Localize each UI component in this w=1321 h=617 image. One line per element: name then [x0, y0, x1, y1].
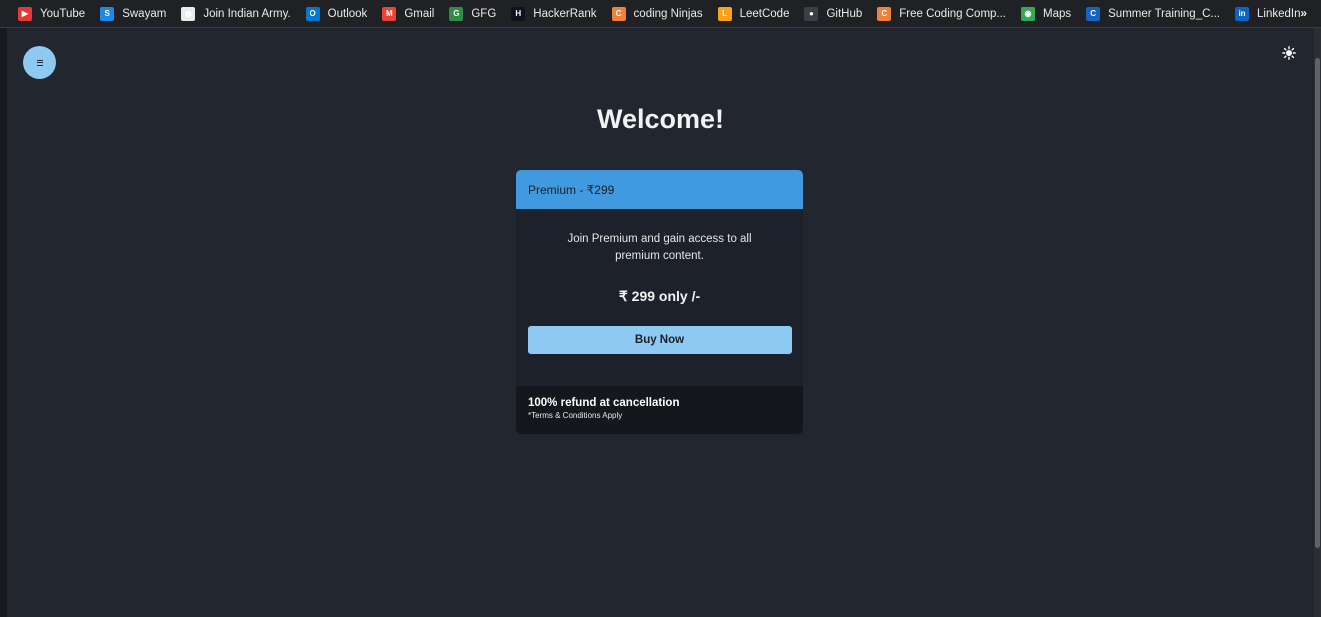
card-footer: 100% refund at cancellation *Terms & Con… — [516, 386, 803, 434]
page-title: Welcome! — [596, 104, 725, 134]
bookmark-item[interactable]: ◉ Maps — [1021, 0, 1071, 28]
bookmark-label: Gmail — [404, 7, 435, 20]
card-header: Premium - ₹299 — [516, 170, 803, 209]
github-icon: ● — [804, 6, 819, 21]
bookmark-item[interactable]: ● GitHub — [804, 0, 862, 28]
bookmark-label: YouTube — [40, 7, 86, 20]
bookmark-label: LinkedIn — [1257, 7, 1301, 20]
sun-icon — [1282, 46, 1296, 60]
swayam-icon: S — [100, 6, 115, 21]
bookmark-label: Free Coding Comp... — [899, 7, 1007, 20]
bookmark-item[interactable]: O Outlook — [305, 0, 368, 28]
terms-text: *Terms & Conditions Apply — [528, 411, 623, 420]
bookmark-label: GFG — [471, 7, 497, 20]
bookmark-item[interactable]: S Swayam — [100, 0, 166, 28]
menu-button[interactable] — [23, 46, 56, 79]
maps-pin-icon: ◉ — [1021, 6, 1036, 21]
bookmark-item[interactable]: G GFG — [449, 0, 496, 28]
page-content: Welcome! Premium - ₹299 Join Premium and… — [7, 28, 1314, 617]
bookmark-label: LeetCode — [739, 7, 790, 20]
bookmark-item[interactable]: C Free Coding Comp... — [877, 0, 1006, 28]
bookmarks-overflow-button[interactable]: » — [1300, 6, 1307, 20]
bookmark-item[interactable]: ◍ Join Indian Army. — [181, 0, 291, 28]
bookmark-label: Swayam — [122, 7, 167, 20]
outlook-icon: O — [305, 6, 320, 21]
bookmark-label: Maps — [1043, 7, 1072, 20]
summer-training-icon: C — [1086, 6, 1101, 21]
bookmark-label: HackerRank — [533, 7, 597, 20]
theme-toggle-button[interactable] — [1282, 46, 1296, 60]
codingninjas-icon: C — [877, 6, 892, 21]
scrollbar[interactable] — [1314, 28, 1321, 617]
scrollbar-thumb[interactable] — [1315, 58, 1320, 548]
gmail-icon: M — [382, 6, 397, 21]
hackerrank-icon: H — [511, 6, 526, 21]
bookmark-item[interactable]: ▶ YouTube — [18, 0, 85, 28]
premium-card: Premium - ₹299 Join Premium and gain acc… — [516, 170, 803, 434]
bookmark-label: Outlook — [327, 7, 368, 20]
bookmark-item[interactable]: L LeetCode — [717, 0, 790, 28]
bookmark-item[interactable]: M Gmail — [382, 0, 434, 28]
refund-text: 100% refund at cancellation — [528, 397, 680, 409]
buy-now-button[interactable]: Buy Now — [527, 326, 792, 354]
bookmark-label: Summer Training_C... — [1108, 7, 1220, 20]
bookmark-item[interactable]: Ccoding Ninjas — [611, 0, 703, 28]
hamburger-icon — [36, 58, 43, 67]
leetcode-icon: L — [717, 6, 732, 21]
linkedin-icon: in — [1235, 6, 1249, 21]
left-edge — [0, 28, 7, 617]
card-description: Join Premium and gain access to all prem… — [567, 233, 752, 262]
youtube-icon: ▶ — [18, 6, 32, 21]
card-price: ₹ 299 only /- — [618, 288, 701, 304]
codingninjas-icon: C — [611, 6, 626, 21]
bookmark-label: coding Ninjas — [633, 7, 703, 20]
bookmarks-bar: ▶ YouTube S Swayam ◍ Join Indian Army. O Outloo… — [0, 0, 1321, 28]
bookmark-label: GitHub — [826, 7, 863, 20]
bookmark-item[interactable]: in LinkedIn — [1235, 0, 1300, 28]
bookmark-item[interactable]: H HackerRank — [511, 0, 597, 28]
globe-icon: ◍ — [181, 6, 196, 21]
bookmark-label: Join Indian Army. — [203, 7, 291, 20]
bookmark-item[interactable]: C Summer Training_C... — [1086, 0, 1220, 28]
gfg-icon: G — [449, 6, 464, 21]
